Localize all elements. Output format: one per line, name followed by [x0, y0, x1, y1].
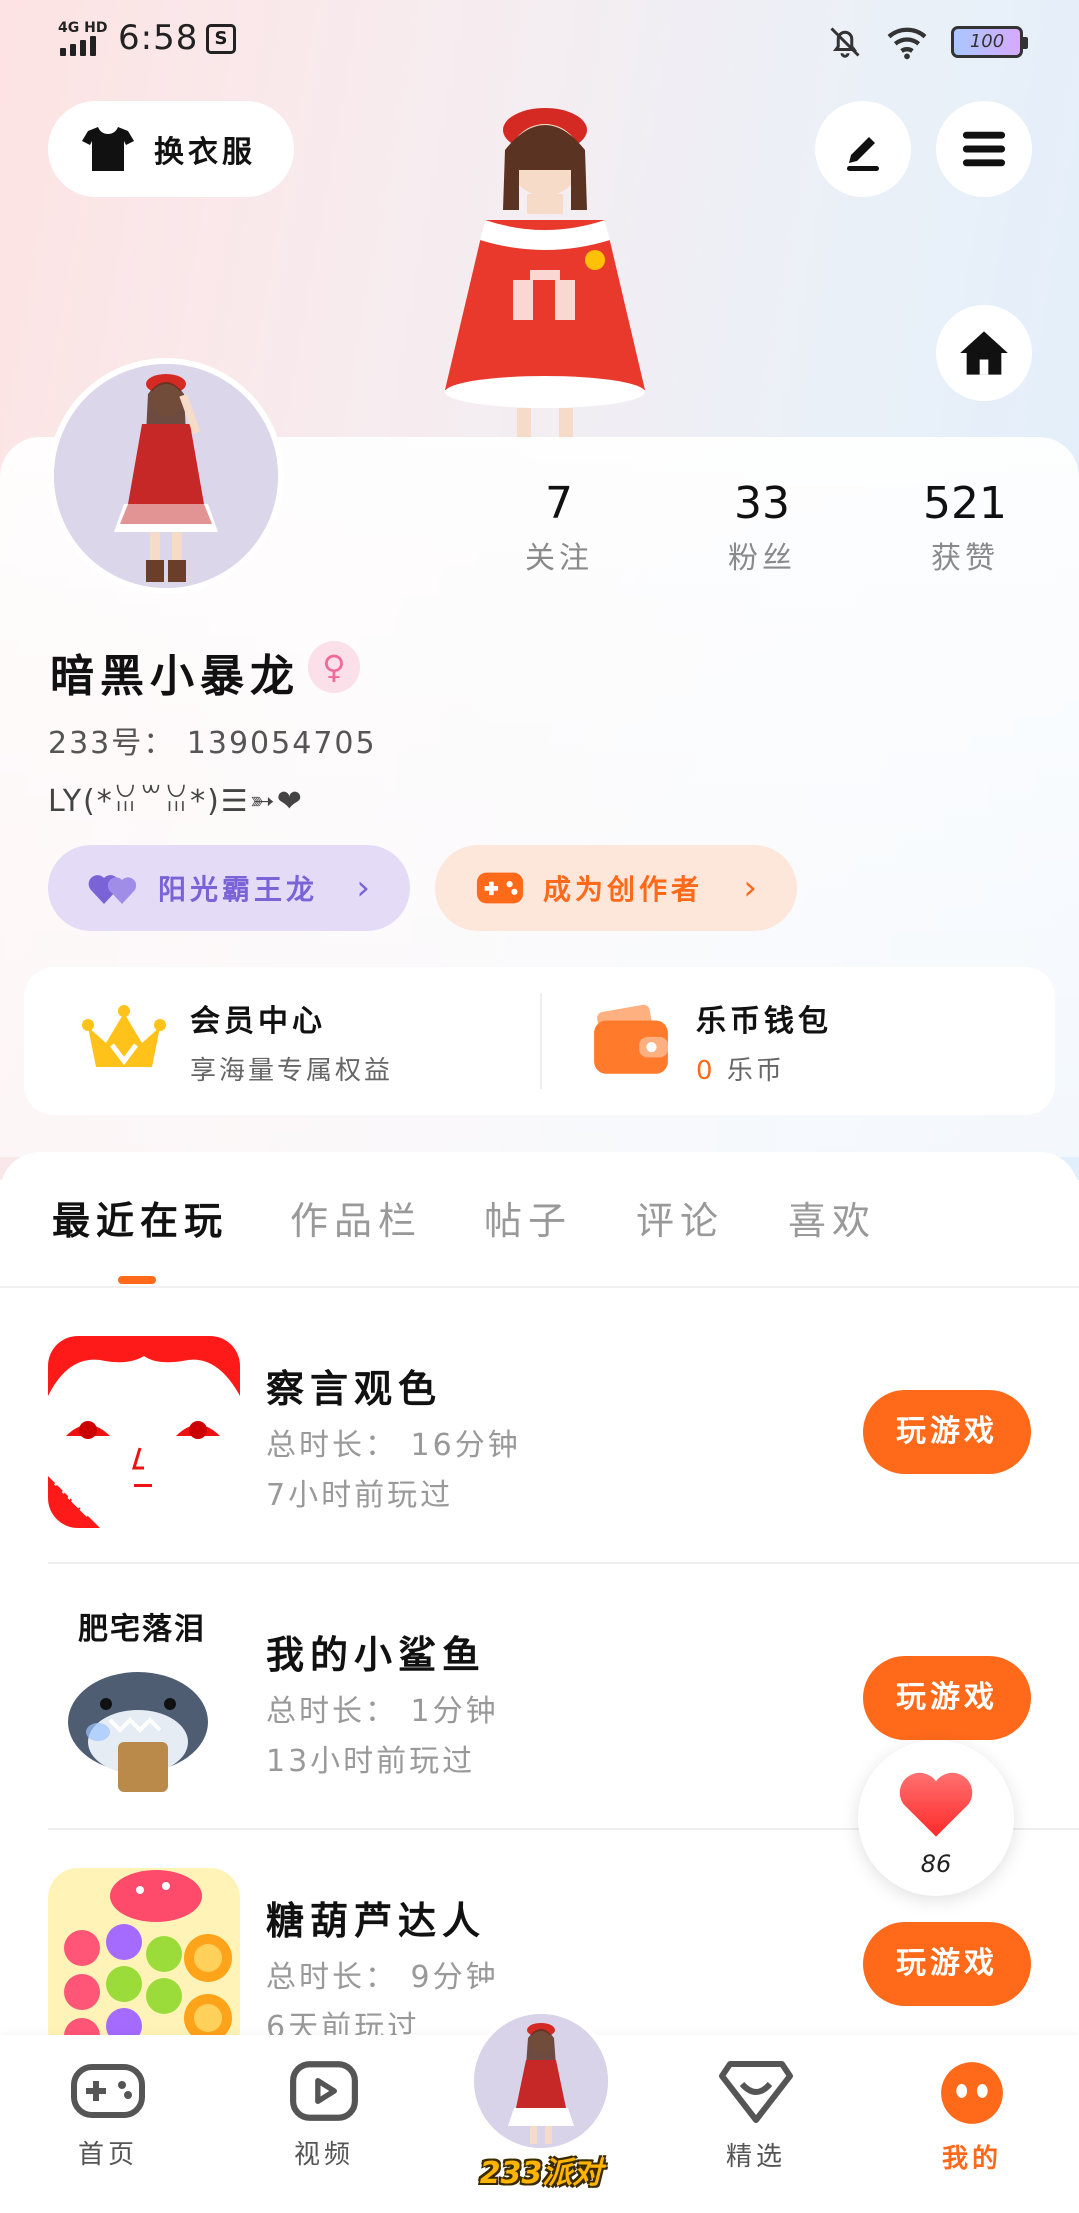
app-notification-icon: S	[206, 24, 236, 54]
like-float-button[interactable]: 86	[858, 1740, 1014, 1896]
game-icon-shark[interactable]: 肥宅落泪	[48, 1602, 240, 1794]
stat-likes[interactable]: 521 获赞	[895, 478, 1035, 577]
following-label: 关注	[525, 541, 593, 576]
stat-followers[interactable]: 33 粉丝	[692, 478, 832, 577]
menu-button[interactable]	[936, 101, 1032, 197]
hearts-icon	[88, 875, 137, 904]
become-creator-button[interactable]: 成为创作者 ›	[435, 845, 797, 931]
divider	[540, 993, 542, 1089]
tab-likes[interactable]: 喜欢	[788, 1190, 876, 1245]
tab-indicator	[118, 1276, 156, 1284]
wallet-title: 乐币钱包	[696, 1003, 832, 1039]
play-video-icon	[290, 2061, 358, 2121]
mute-bell-icon	[830, 27, 860, 58]
heart-chat-icon	[719, 2061, 793, 2123]
badge-pill-button[interactable]: 阳光霸王龙 ›	[48, 845, 410, 931]
female-icon: ♀	[308, 641, 360, 693]
badge-pill-label: 阳光霸王龙	[158, 873, 319, 906]
signal-icon	[60, 36, 96, 56]
game-icon-chayanguanse[interactable]: FREE	[48, 1336, 240, 1528]
character-avatar-large[interactable]	[395, 90, 695, 440]
profile-face-icon	[941, 2062, 1003, 2124]
wallet-unit: 乐币	[726, 1055, 785, 1086]
stat-following[interactable]: 7 关注	[489, 478, 629, 577]
tab-works[interactable]: 作品栏	[290, 1190, 422, 1245]
game-duration: 总时长： 1分钟	[266, 1694, 499, 1729]
user-id[interactable]: 233号： 139054705	[48, 718, 377, 762]
play-game-button[interactable]: 玩游戏	[863, 1922, 1031, 2006]
battery-icon: 100	[951, 26, 1028, 58]
nav-mine-label: 我的	[941, 2144, 1002, 2174]
signature: LY(*ꈍ꒳ꈍ*)☰➳❤	[48, 784, 304, 819]
vip-title: 会员中心	[190, 1003, 326, 1039]
game-last-played: 7小时前玩过	[266, 1478, 454, 1513]
nav-mine[interactable]: 我的	[902, 2060, 1042, 2175]
tab-recently-played[interactable]: 最近在玩	[52, 1190, 228, 1245]
likes-label: 获赞	[931, 541, 999, 576]
status-bar: 4G HD 6:58 S 100	[0, 0, 1079, 80]
wallet-icon	[594, 1004, 668, 1074]
likes-count: 521	[923, 478, 1007, 529]
chevron-right-icon: ›	[743, 868, 761, 908]
wallet-amount: 0	[696, 1055, 716, 1086]
change-outfit-label: 换衣服	[154, 135, 256, 170]
nav-featured[interactable]: 精选	[686, 2060, 826, 2173]
followers-label: 粉丝	[728, 541, 796, 576]
game-duration: 总时长： 9分钟	[266, 1960, 499, 1995]
nav-featured-label: 精选	[725, 2142, 786, 2172]
network-label: 4G HD	[58, 20, 108, 36]
game-name: 我的小鲨鱼	[266, 1633, 487, 1677]
avatar-figure	[54, 364, 278, 588]
game-name: 糖葫芦达人	[266, 1899, 487, 1943]
tab-comments[interactable]: 评论	[636, 1190, 724, 1245]
vip-subtitle: 享海量专属权益	[190, 1055, 394, 1086]
member-wallet-card: 会员中心 享海量专属权益 乐币钱包 0 乐币	[24, 967, 1055, 1115]
play-game-button[interactable]: 玩游戏	[863, 1390, 1031, 1474]
nav-home-label: 首页	[77, 2140, 138, 2170]
crown-icon	[82, 1005, 166, 1067]
chevron-right-icon: ›	[356, 868, 374, 908]
home-button[interactable]	[936, 305, 1032, 401]
nav-home[interactable]: 首页	[38, 2060, 178, 2171]
divider	[48, 1562, 1079, 1564]
username: 暗黑小暴龙	[50, 651, 300, 702]
tab-posts[interactable]: 帖子	[484, 1190, 572, 1245]
nav-party-avatar[interactable]	[470, 2010, 612, 2152]
edit-profile-button[interactable]	[815, 101, 911, 197]
wifi-icon	[887, 27, 927, 60]
heart-icon	[899, 1772, 973, 1837]
vip-center-entry[interactable]: 会员中心 享海量专属权益	[82, 967, 393, 1115]
play-game-button[interactable]: 玩游戏	[863, 1656, 1031, 1740]
menu-icon	[962, 131, 1006, 167]
user-avatar[interactable]	[48, 358, 284, 594]
like-count: 86	[920, 1850, 952, 1878]
following-count: 7	[545, 478, 573, 529]
game-icon-caption: 肥宅落泪	[78, 1612, 206, 1647]
wallet-entry[interactable]: 乐币钱包 0 乐币	[590, 967, 832, 1115]
game-duration: 总时长： 16分钟	[266, 1428, 521, 1463]
nav-party-label[interactable]: 233派对	[470, 2148, 612, 2192]
gamepad-outline-icon	[71, 2064, 145, 2118]
edit-icon	[847, 137, 879, 171]
followers-count: 33	[734, 478, 790, 529]
nav-video[interactable]: 视频	[254, 2060, 394, 2171]
game-last-played: 13小时前玩过	[266, 1744, 476, 1779]
game-icon-tanghulu[interactable]	[48, 1868, 240, 2060]
gamepad-icon	[476, 872, 524, 904]
divider	[0, 1286, 1079, 1288]
become-creator-label: 成为创作者	[543, 873, 704, 906]
change-outfit-button[interactable]: 换衣服	[48, 101, 294, 197]
home-icon	[960, 331, 1008, 375]
game-list-item[interactable]: FREE 察言观色 总时长： 16分钟 7小时前玩过 玩游戏	[48, 1336, 1031, 1532]
game-name: 察言观色	[266, 1367, 443, 1411]
clock: 6:58	[118, 18, 199, 58]
tshirt-icon	[82, 127, 134, 171]
nav-video-label: 视频	[293, 2140, 354, 2170]
